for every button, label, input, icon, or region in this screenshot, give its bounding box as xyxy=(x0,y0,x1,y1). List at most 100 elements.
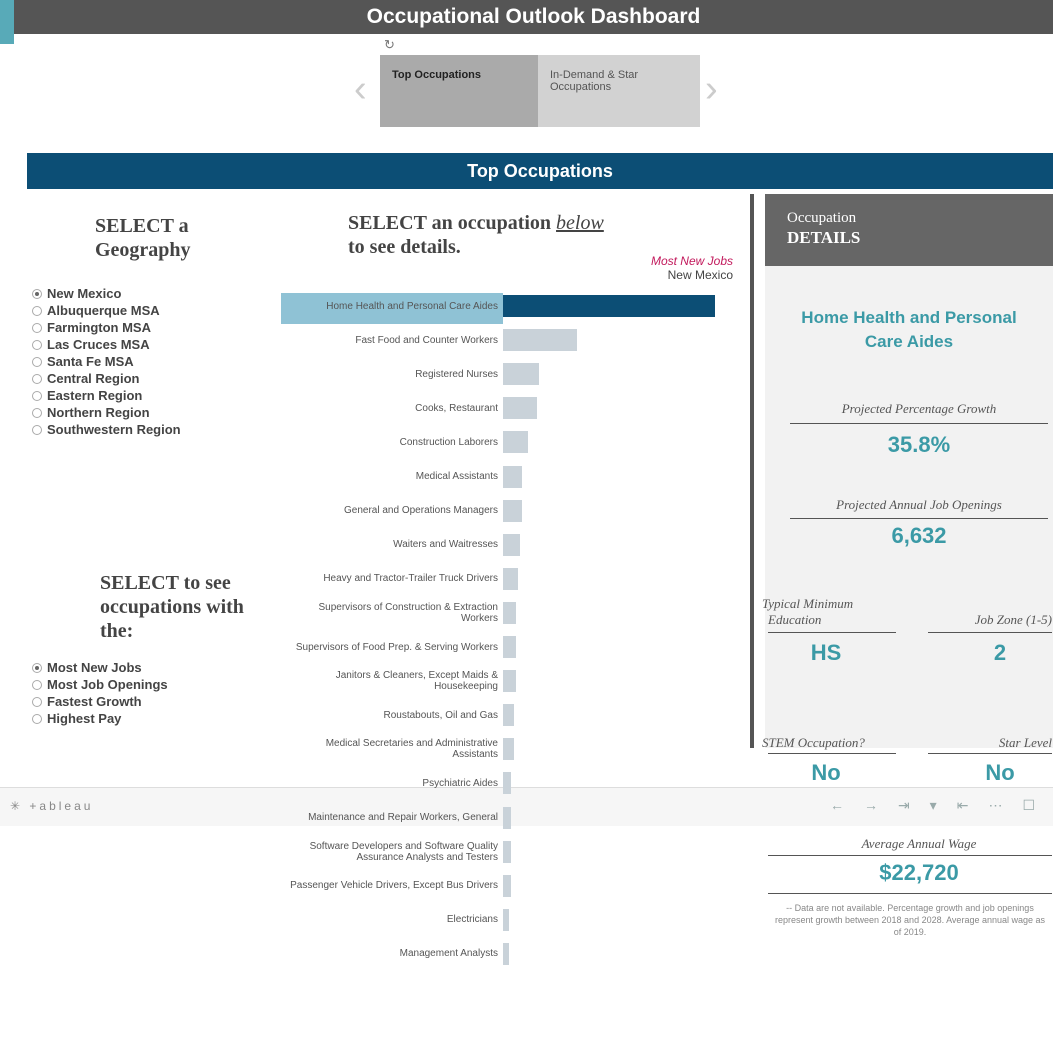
bar[interactable] xyxy=(503,772,512,795)
growth-rule xyxy=(790,423,1048,424)
bar[interactable] xyxy=(503,738,514,761)
bar-label[interactable]: Home Health and Personal Care Aides xyxy=(283,295,498,317)
radio-button-icon[interactable] xyxy=(32,679,42,690)
geography-option[interactable]: Southwestern Region xyxy=(32,421,181,438)
refresh-icon[interactable]: ↻ xyxy=(384,37,395,53)
details-header-line2: DETAILS xyxy=(787,228,861,247)
bar-label[interactable]: Janitors & Cleaners, Except Maids & Hous… xyxy=(283,670,498,692)
geography-option[interactable]: Farmington MSA xyxy=(32,319,181,336)
selected-occupation-title: Home Health and Personal Care Aides xyxy=(770,306,1048,354)
geography-option[interactable]: Santa Fe MSA xyxy=(32,353,181,370)
bar-label[interactable]: Registered Nurses xyxy=(283,363,498,385)
measure-option[interactable]: Fastest Growth xyxy=(32,693,168,710)
bar[interactable] xyxy=(503,601,516,624)
undo-icon[interactable]: ← xyxy=(830,797,844,814)
bar-label[interactable]: Waiters and Waitresses xyxy=(283,534,498,556)
bar-label[interactable]: Construction Laborers xyxy=(283,431,498,453)
bar[interactable] xyxy=(503,329,578,352)
openings-label: Projected Annual Job Openings xyxy=(836,497,1002,512)
radio-button-icon[interactable] xyxy=(32,305,42,316)
bar[interactable] xyxy=(503,533,520,556)
bar-label[interactable]: Passenger Vehicle Drivers, Except Bus Dr… xyxy=(283,875,498,897)
measure-heading-line2: occupations with xyxy=(100,596,244,618)
measure-option-label: Most New Jobs xyxy=(47,660,142,675)
next-arrow-icon[interactable]: › xyxy=(705,70,718,108)
measure-option[interactable]: Most New Jobs xyxy=(32,659,168,676)
geography-option[interactable]: Northern Region xyxy=(32,404,181,421)
bar-label[interactable]: Cooks, Restaurant xyxy=(283,397,498,419)
geography-option[interactable]: New Mexico xyxy=(32,285,181,302)
tab-top-occupations[interactable]: Top Occupations xyxy=(380,55,538,127)
revert-dropdown-icon[interactable]: ▾ xyxy=(930,797,937,814)
bar-label[interactable]: Medical Secretaries and Administrative A… xyxy=(283,738,498,760)
bar-label[interactable]: Maintenance and Repair Workers, General xyxy=(283,807,498,829)
details-footnote: -- Data are not available. Percentage gr… xyxy=(774,903,1046,937)
radio-button-icon[interactable] xyxy=(32,288,42,299)
wage-rule xyxy=(768,855,1052,856)
bar[interactable] xyxy=(503,567,518,590)
bar[interactable] xyxy=(503,908,510,931)
bar[interactable] xyxy=(503,874,512,897)
bar[interactable] xyxy=(503,397,537,420)
bar[interactable] xyxy=(503,704,514,727)
tableau-footer: ✳ +ableau ← → ⇥ ▾ ⇤ ⋯ ☐ xyxy=(0,787,1053,826)
jobzone-label: Job Zone (1-5) xyxy=(974,612,1052,627)
radio-button-icon[interactable] xyxy=(32,424,42,435)
geography-option[interactable]: Las Cruces MSA xyxy=(32,336,181,353)
bar-label[interactable]: Supervisors of Food Prep. & Serving Work… xyxy=(283,636,498,658)
occupation-prompt: SELECT an occupation below to see detail… xyxy=(348,211,604,259)
bar[interactable] xyxy=(503,806,512,829)
occupation-prompt-text: SELECT an occupation xyxy=(348,212,557,234)
occupation-title-line1: Home Health and Personal xyxy=(801,308,1017,327)
bar[interactable] xyxy=(503,465,523,488)
bar-label[interactable]: Psychiatric Aides xyxy=(283,772,498,794)
growth-label: Projected Percentage Growth xyxy=(841,401,997,416)
radio-button-icon[interactable] xyxy=(32,407,42,418)
radio-button-icon[interactable] xyxy=(32,339,42,350)
radio-button-icon[interactable] xyxy=(32,713,42,724)
bar-label[interactable]: Roustabouts, Oil and Gas xyxy=(283,704,498,726)
bar-label[interactable]: General and Operations Managers xyxy=(283,500,498,522)
radio-button-icon[interactable] xyxy=(32,322,42,333)
geography-option[interactable]: Eastern Region xyxy=(32,387,181,404)
bar-label[interactable]: Heavy and Tractor-Trailer Truck Drivers xyxy=(283,568,498,590)
comment-icon[interactable]: ☐ xyxy=(1022,797,1035,814)
star-level-label: Star Level xyxy=(998,735,1052,750)
bar-label[interactable]: Electricians xyxy=(283,909,498,931)
previous-arrow-icon[interactable]: ‹ xyxy=(354,70,367,108)
measure-option[interactable]: Highest Pay xyxy=(32,710,168,727)
radio-button-icon[interactable] xyxy=(32,696,42,707)
measure-option-label: Fastest Growth xyxy=(47,694,142,709)
geography-option[interactable]: Central Region xyxy=(32,370,181,387)
tableau-logo-text: +ableau xyxy=(29,799,94,813)
bar[interactable] xyxy=(503,295,715,317)
pause-updates-icon[interactable]: ⇤ xyxy=(957,797,969,814)
bar-label[interactable]: Supervisors of Construction & Extraction… xyxy=(283,602,498,624)
radio-button-icon[interactable] xyxy=(32,373,42,384)
measure-option[interactable]: Most Job Openings xyxy=(32,676,168,693)
footer-toolbar: ← → ⇥ ▾ ⇤ ⋯ ☐ xyxy=(830,797,1035,814)
accent-edge xyxy=(0,0,14,44)
wage-label: Average Annual Wage xyxy=(861,836,977,851)
bar-label[interactable]: Fast Food and Counter Workers xyxy=(283,329,498,351)
bar[interactable] xyxy=(503,431,529,454)
radio-button-icon[interactable] xyxy=(32,356,42,367)
geography-option[interactable]: Albuquerque MSA xyxy=(32,302,181,319)
bar[interactable] xyxy=(503,670,516,693)
geography-heading: SELECT a Geography xyxy=(95,214,191,262)
bar[interactable] xyxy=(503,363,540,386)
revert-icon[interactable]: ⇥ xyxy=(898,797,910,814)
redo-icon[interactable]: → xyxy=(864,797,878,814)
bar[interactable] xyxy=(503,636,516,658)
radio-button-icon[interactable] xyxy=(32,390,42,401)
share-icon[interactable]: ⋯ xyxy=(988,797,1002,814)
bar-label[interactable]: Medical Assistants xyxy=(283,466,498,488)
geography-option-label: Las Cruces MSA xyxy=(47,337,150,352)
radio-button-icon[interactable] xyxy=(32,662,42,673)
bar[interactable] xyxy=(503,942,510,965)
bar[interactable] xyxy=(503,840,512,863)
bar-label[interactable]: Software Developers and Software Quality… xyxy=(283,841,498,863)
tab-in-demand-star[interactable]: In-Demand & Star Occupations xyxy=(538,55,700,127)
bar[interactable] xyxy=(503,499,523,522)
bar-label[interactable]: Management Analysts xyxy=(283,943,498,965)
